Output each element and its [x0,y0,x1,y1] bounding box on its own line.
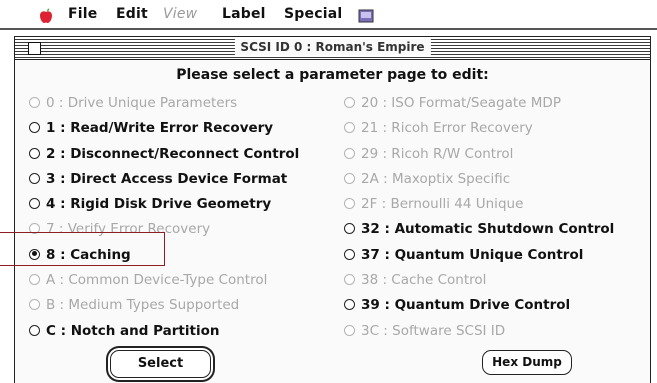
menu-label[interactable]: Label [222,6,266,22]
parameter-page-option[interactable]: 39 : Quantum Drive Control [344,293,614,318]
option-label: B : Medium Types Supported [46,297,240,314]
option-label: 0 : Drive Unique Parameters [46,95,238,111]
option-label: 4 : Rigid Disk Drive Geometry [46,196,272,213]
radio-icon [29,299,40,311]
parameter-page-option: 20 : ISO Format/Seagate MDP [344,91,614,116]
radio-icon [344,97,355,108]
window-titlebar[interactable]: SCSI ID 0 : Roman's Empire [15,37,650,60]
option-label: 37 : Quantum Unique Control [361,246,584,263]
radio-icon [344,324,355,336]
option-label: 20 : ISO Format/Seagate MDP [361,95,561,111]
radio-icon[interactable] [344,248,355,260]
radio-icon[interactable] [29,122,40,134]
parameter-page-option[interactable]: 2 : Disconnect/Reconnect Control [29,142,299,167]
option-label: 39 : Quantum Drive Control [361,297,571,314]
radio-icon [29,223,40,235]
option-label: 32 : Automatic Shutdown Control [361,221,615,238]
option-label: 8 : Caching [46,246,131,263]
menu-file[interactable]: File [68,6,97,22]
option-label: 2F : Bernoulli 44 Unique [361,196,524,213]
radio-icon [344,122,355,134]
parameter-page-option: 21 : Ricoh Error Recovery [344,116,614,141]
dialog-prompt: Please select a parameter page to edit: [176,67,489,83]
radio-icon [344,172,355,184]
hex-dump-button[interactable]: Hex Dump [482,350,572,375]
parameter-page-option[interactable]: 8 : Caching [29,243,299,268]
parameter-page-option: B : Medium Types Supported [29,293,299,318]
parameter-page-option[interactable]: 32 : Automatic Shutdown Control [344,217,614,242]
radio-selected-icon[interactable] [29,248,40,260]
scsi-dialog-window: SCSI ID 0 : Roman's Empire Please select… [14,36,651,383]
option-label: 7 : Verify Error Recovery [46,221,211,238]
parameter-page-option: 0 : Drive Unique Parameters [29,91,299,116]
radio-icon [29,274,40,286]
right-option-column: 20 : ISO Format/Seagate MDP 21 : Ricoh Er… [344,91,614,344]
left-option-column: 0 : Drive Unique Parameters 1 : Read/Writ… [29,91,299,344]
parameter-page-option: A : Common Device-Type Control [29,268,299,293]
parameter-page-option: 2A : Maxoptix Specific [344,167,614,192]
option-label: 38 : Cache Control [361,272,487,289]
radio-icon[interactable] [344,223,355,235]
radio-icon[interactable] [29,147,40,159]
select-button[interactable]: Select [110,350,211,378]
radio-icon [344,274,355,286]
option-label: C : Notch and Partition [46,322,220,339]
option-label: 2A : Maxoptix Specific [361,170,511,187]
apple-menu-icon[interactable] [38,7,54,28]
menu-special[interactable]: Special [284,6,342,22]
option-label: 2 : Disconnect/Reconnect Control [46,145,300,162]
option-label: 21 : Ricoh Error Recovery [361,120,533,137]
parameter-page-option: 3C : Software SCSI ID [344,319,614,344]
close-box[interactable] [28,42,41,55]
radio-icon[interactable] [29,172,40,184]
parameter-page-option[interactable]: 3 : Direct Access Device Format [29,167,299,192]
radio-icon [344,147,355,159]
radio-icon [344,198,355,210]
application-menu-icon[interactable] [358,8,374,27]
option-label: A : Common Device-Type Control [46,272,268,289]
option-label: 3 : Direct Access Device Format [46,170,288,187]
option-label: 29 : Ricoh R/W Control [361,145,514,162]
parameter-page-option: 38 : Cache Control [344,268,614,293]
option-label: 3C : Software SCSI ID [361,322,506,339]
parameter-page-option[interactable]: 37 : Quantum Unique Control [344,243,614,268]
parameter-page-option[interactable]: 1 : Read/Write Error Recovery [29,116,299,141]
menu-view[interactable]: View [163,6,197,22]
parameter-page-option: 7 : Verify Error Recovery [29,217,299,242]
radio-icon [29,97,40,108]
parameter-page-option[interactable]: C : Notch and Partition [29,319,299,344]
radio-icon[interactable] [29,324,40,336]
radio-icon[interactable] [29,198,40,210]
parameter-page-option[interactable]: 4 : Rigid Disk Drive Geometry [29,192,299,217]
parameter-page-option: 29 : Ricoh R/W Control [344,142,614,167]
menu-edit[interactable]: Edit [116,6,148,22]
menu-bar: File Edit View Label Special [0,0,657,30]
radio-icon[interactable] [344,299,355,311]
option-label: 1 : Read/Write Error Recovery [46,120,274,137]
window-title: SCSI ID 0 : Roman's Empire [234,39,431,55]
parameter-page-option: 2F : Bernoulli 44 Unique [344,192,614,217]
